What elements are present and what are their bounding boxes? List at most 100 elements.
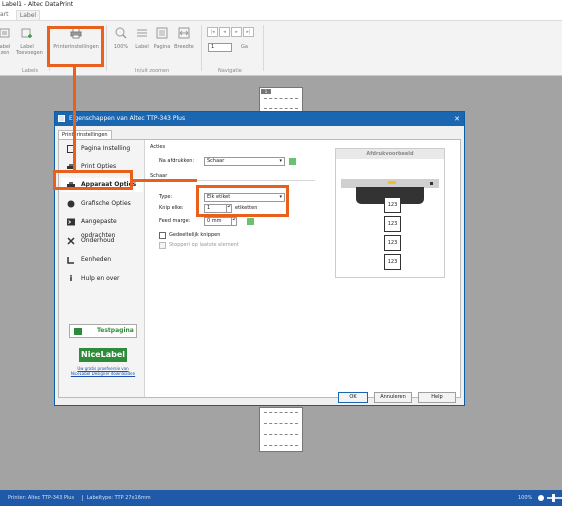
zoom-page-text: Pagina (153, 44, 171, 50)
feed-margin-value: 0 mm (207, 218, 222, 224)
cut-each-label: Knip elke: (159, 205, 184, 211)
after-print-value: Schaar (207, 158, 225, 164)
sidebar-item-label: Hulp en over (81, 275, 120, 282)
printer-button (430, 182, 433, 185)
tab-printer-settings[interactable]: Printerinstellingen (58, 130, 112, 139)
print-preview: Afdrukvoorbeeld 123 123 123 123 (335, 148, 445, 278)
label-guide-line (264, 434, 298, 435)
zoom-page-button[interactable]: Pagina (153, 27, 171, 50)
ribbon-separator (263, 25, 264, 71)
preview-title: Afdrukvoorbeeld (336, 149, 444, 159)
zoom-label-text: Label (135, 44, 149, 50)
group-navigation-caption: Navigatie (218, 68, 242, 74)
sidebar-item-help-about[interactable]: i Hulp en over (61, 272, 143, 286)
cancel-button[interactable]: Annuleren (374, 392, 412, 403)
partial-cut-checkbox[interactable] (159, 232, 166, 239)
sidebar-item-label: Grafische Opties (81, 200, 131, 207)
dynamic-value-icon[interactable] (247, 218, 254, 225)
zoom-width-text: Breedte (174, 44, 194, 50)
sidebar-item-custom-commands[interactable]: Aangepaste opdrachten (61, 215, 143, 239)
sidebar-item-graphics-options[interactable]: Grafische Opties (61, 197, 143, 211)
partial-cut-label: Gedeeltelijk knippen (169, 232, 221, 238)
page-number-input[interactable]: 1 (208, 43, 232, 52)
highlight-connector (73, 67, 76, 171)
navigation-arrows: |◂ ◂ ▸ ▸| (207, 27, 254, 37)
zoom-label-button[interactable]: Label (133, 27, 151, 50)
type-label: Type: (159, 194, 173, 200)
zoom-100-button[interactable]: 100% (112, 27, 130, 50)
status-zoom-level: 100% (518, 495, 533, 501)
go-button[interactable]: Ga (241, 44, 248, 50)
label-guide-line (264, 445, 298, 446)
preview-label-cell: 123 (384, 235, 401, 251)
next-page-icon[interactable]: ▸ (231, 27, 242, 37)
stopper-checkbox[interactable] (159, 242, 166, 249)
spinner-icon[interactable]: ▴▾ (231, 217, 236, 226)
after-print-select[interactable]: Schaar ▾ (204, 157, 285, 166)
sidebar-item-label: Print Opties (81, 163, 117, 170)
terminal-icon (67, 218, 75, 226)
zoom-100-text: 100% (113, 44, 129, 50)
last-page-icon[interactable]: ▸| (243, 27, 254, 37)
printer-properties-dialog: Eigenschappen van Altec TTP-343 Plus ✕ P… (54, 111, 465, 406)
sidebar-item-label: Onderhoud (81, 237, 115, 244)
feed-margin-input[interactable]: 0 mm ▴▾ (204, 217, 237, 226)
first-page-icon[interactable]: |◂ (207, 27, 218, 37)
test-print-button[interactable]: Testpagina (69, 324, 137, 338)
preview-label-cell: 123 (384, 216, 401, 232)
zoom-100-icon (115, 27, 127, 39)
feed-margin-label: Feed marge: (159, 218, 191, 224)
add-label-text: Label Toevoegen (16, 44, 43, 56)
close-icon[interactable]: ✕ (454, 112, 460, 126)
actions-heading: Acties (150, 144, 166, 150)
printer-led (388, 181, 396, 184)
ribbon-separator (106, 25, 107, 71)
dialog-title: Eigenschappen van Altec TTP-343 Plus (69, 115, 186, 122)
ribbon-separator (201, 25, 202, 71)
sidebar-item-label: Pagina Instelling (81, 145, 131, 152)
zoom-label-icon (137, 29, 147, 37)
group-labels-caption: Labels (22, 68, 39, 74)
group-zoom-caption: In/uit zoomen (135, 68, 170, 74)
test-print-icon (74, 328, 82, 335)
sidebar-item-label: Eenheden (81, 256, 112, 263)
chevron-down-icon: ▾ (279, 158, 282, 164)
promo-link[interactable]: Uw gratis proefversie van NiceLabel Desi… (67, 366, 139, 376)
highlight-printer-settings (47, 26, 104, 67)
dialog-printer-icon (58, 115, 65, 122)
zoom-out-icon[interactable] (538, 495, 544, 501)
info-icon: i (69, 274, 73, 283)
highlight-device-options (53, 170, 133, 190)
tab-label[interactable]: Label (16, 10, 40, 20)
highlight-connector (133, 179, 197, 182)
tab-start[interactable]: art (0, 10, 9, 20)
label-guide-line (264, 412, 298, 413)
test-print-label: Testpagina (97, 327, 134, 334)
dynamic-value-icon[interactable] (289, 158, 296, 165)
zoom-width-button[interactable]: Breedte (173, 27, 195, 50)
graphics-icon (67, 200, 75, 208)
status-printer: Printer: Altec TTP-343 Plus (8, 495, 75, 501)
add-label-button[interactable]: Label Toevoegen (16, 27, 43, 56)
sidebar-item-maintenance[interactable]: Onderhoud (61, 234, 143, 248)
dialog-title-bar: Eigenschappen van Altec TTP-343 Plus ✕ (55, 112, 464, 126)
sidebar-item-units[interactable]: Eenheden (61, 253, 143, 267)
preview-label-cell: 123 (384, 254, 401, 270)
status-labeltype: Labeltype: TTP 27x16mm (81, 495, 151, 501)
label-sizes-icon (0, 28, 10, 38)
label-sizes-button[interactable]: abel zen (0, 27, 14, 56)
nicelabel-logo: NiceLabel (79, 348, 127, 362)
help-button[interactable]: Help (418, 392, 456, 403)
stopper-label: Stopperi op laatste element (169, 242, 239, 248)
tools-icon (67, 237, 75, 245)
ok-button[interactable]: OK (338, 392, 368, 403)
after-print-label: Na afdrukken: (159, 158, 195, 164)
zoom-slider-thumb[interactable] (552, 494, 555, 502)
label-preview-top: 1 (259, 87, 303, 114)
page-number-tag: 1 (261, 89, 271, 94)
highlight-cutter-settings (196, 185, 289, 217)
label-preview-bottom (259, 407, 303, 452)
prev-page-icon[interactable]: ◂ (219, 27, 230, 37)
ribbon-tabs: art Label (0, 9, 562, 20)
label-sizes-text: abel zen (0, 44, 11, 56)
